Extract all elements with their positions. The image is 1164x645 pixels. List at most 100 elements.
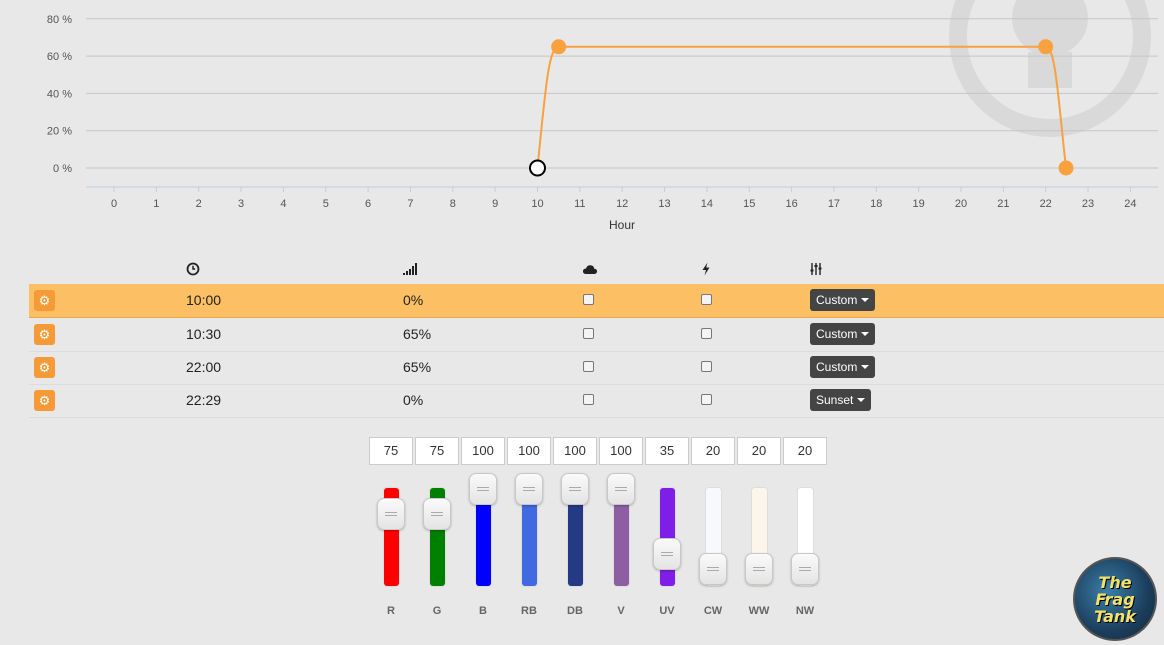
x-tick-label: 23 <box>1082 198 1094 210</box>
x-tick-label: 17 <box>828 198 840 210</box>
x-tick-label: 9 <box>492 198 498 210</box>
data-point-selected[interactable] <box>529 159 546 177</box>
channel-slider-handle[interactable] <box>791 553 819 585</box>
mode-dropdown[interactable]: Custom <box>810 356 876 378</box>
x-tick-label: 11 <box>574 198 585 210</box>
mode-dropdown[interactable]: Custom <box>810 323 876 345</box>
schedule-row[interactable]: ⚙ 22:00 65% Custom <box>29 351 1164 385</box>
x-tick-label: 1 <box>153 198 159 210</box>
schedule-row[interactable]: ⚙ 10:30 65% Custom <box>29 318 1164 352</box>
channel-slider-handle[interactable] <box>377 498 405 530</box>
x-tick-label: 5 <box>323 198 329 210</box>
channel-label: RB <box>521 605 537 617</box>
channel-label: B <box>479 605 487 617</box>
x-tick-label: 3 <box>238 198 244 210</box>
logo-text: Frag <box>1095 589 1135 609</box>
cloud-checkbox[interactable] <box>583 361 594 372</box>
x-tick-label: 18 <box>870 198 882 210</box>
channel-label: V <box>617 605 625 617</box>
cloud-checkbox[interactable] <box>583 294 594 305</box>
channel-label: DB <box>567 605 583 617</box>
channel-slider-handle[interactable] <box>745 553 773 585</box>
y-tick-label: 80 % <box>47 14 72 26</box>
cloud-icon <box>582 265 598 274</box>
channel-slider-handle[interactable] <box>469 473 497 505</box>
row-time: 22:00 <box>186 359 222 375</box>
lightning-icon <box>702 262 710 276</box>
channel-value-input[interactable]: 100 <box>553 437 597 465</box>
lightning-checkbox[interactable] <box>701 328 712 339</box>
logo-text: The <box>1098 572 1132 592</box>
x-tick-label: 8 <box>450 198 456 210</box>
x-tick-label: 2 <box>196 198 202 210</box>
x-tick-label: 0 <box>111 198 117 210</box>
schedule-row[interactable]: ⚙ 22:29 0% Sunset <box>29 384 1164 418</box>
channel-slider-track[interactable] <box>659 487 676 587</box>
lightning-checkbox[interactable] <box>701 361 712 372</box>
channel-value-input[interactable]: 75 <box>369 437 413 465</box>
channel-label: NW <box>795 605 815 617</box>
channel-slider-handle[interactable] <box>515 473 543 505</box>
y-tick-label: 20 % <box>47 126 72 138</box>
channel-value-input[interactable]: 20 <box>737 437 781 465</box>
x-tick-label: 12 <box>616 198 628 210</box>
mode-label: Sunset <box>816 393 854 407</box>
y-tick-label: 0 % <box>53 163 72 175</box>
channel-label: R <box>387 605 395 617</box>
row-level: 0% <box>403 392 424 408</box>
channel-slider-fill <box>660 488 675 586</box>
data-point[interactable] <box>551 39 567 55</box>
channel-value-input[interactable]: 100 <box>507 437 551 465</box>
channel-value-input[interactable]: 100 <box>461 437 505 465</box>
x-tick-label: 7 <box>407 198 413 210</box>
x-tick-label: 6 <box>365 198 371 210</box>
mode-dropdown[interactable]: Sunset <box>810 389 872 411</box>
x-tick-label: 13 <box>658 198 670 210</box>
lightning-checkbox[interactable] <box>701 394 712 405</box>
row-time: 10:00 <box>186 292 222 308</box>
channel-value-input[interactable]: 35 <box>645 437 689 465</box>
cloud-checkbox[interactable] <box>583 394 594 405</box>
channel-slider-handle[interactable] <box>653 538 681 570</box>
schedule-row[interactable]: ⚙ 10:00 0% Custom <box>29 284 1164 318</box>
channel-label: UV <box>659 605 675 617</box>
mode-dropdown[interactable]: Custom <box>810 289 876 311</box>
channel-value-input[interactable]: 20 <box>691 437 735 465</box>
channel-label: CW <box>703 605 723 617</box>
gear-icon[interactable]: ⚙ <box>34 390 55 411</box>
schedule-chart[interactable]: 0 %20 %40 %60 %80 % 0 1 2 3 4 5 6 7 8 9 10 11 12 13 14… <box>0 0 1164 240</box>
caret-down-icon <box>861 365 870 369</box>
channel-slider-handle[interactable] <box>699 553 727 585</box>
channel-slider-handle[interactable] <box>423 498 451 530</box>
x-tick-label: 21 <box>997 198 1009 210</box>
x-tick-label: 20 <box>955 198 967 210</box>
lightning-checkbox[interactable] <box>701 294 712 305</box>
gear-icon[interactable]: ⚙ <box>34 357 55 378</box>
gear-icon[interactable]: ⚙ <box>34 290 55 311</box>
gear-icon[interactable]: ⚙ <box>34 324 55 345</box>
clock-icon <box>186 262 200 276</box>
channel-value-input[interactable]: 100 <box>599 437 643 465</box>
channel-slider-handle[interactable] <box>607 473 635 505</box>
x-tick-label: 19 <box>913 198 925 210</box>
data-point[interactable] <box>1038 39 1054 55</box>
x-tick-label: 4 <box>280 198 286 210</box>
mode-label: Custom <box>816 327 858 341</box>
mode-label: Custom <box>816 360 858 374</box>
data-point[interactable] <box>1058 160 1074 176</box>
logo-text: Tank <box>1094 606 1136 626</box>
cloud-checkbox[interactable] <box>583 328 594 339</box>
row-level: 65% <box>403 359 432 375</box>
y-tick-label: 60 % <box>47 51 72 63</box>
row-level: 0% <box>403 292 424 308</box>
channel-slider-handle[interactable] <box>561 473 589 505</box>
signal-icon <box>403 263 417 275</box>
channel-value-input[interactable]: 20 <box>783 437 827 465</box>
x-tick-label: 15 <box>743 198 755 210</box>
row-time: 22:29 <box>186 392 222 408</box>
caret-down-icon <box>857 398 866 402</box>
x-axis-label: Hour <box>609 218 635 232</box>
caret-down-icon <box>861 332 870 336</box>
channel-value-input[interactable]: 75 <box>415 437 459 465</box>
frag-tank-logo: The Frag Tank <box>1073 557 1157 641</box>
